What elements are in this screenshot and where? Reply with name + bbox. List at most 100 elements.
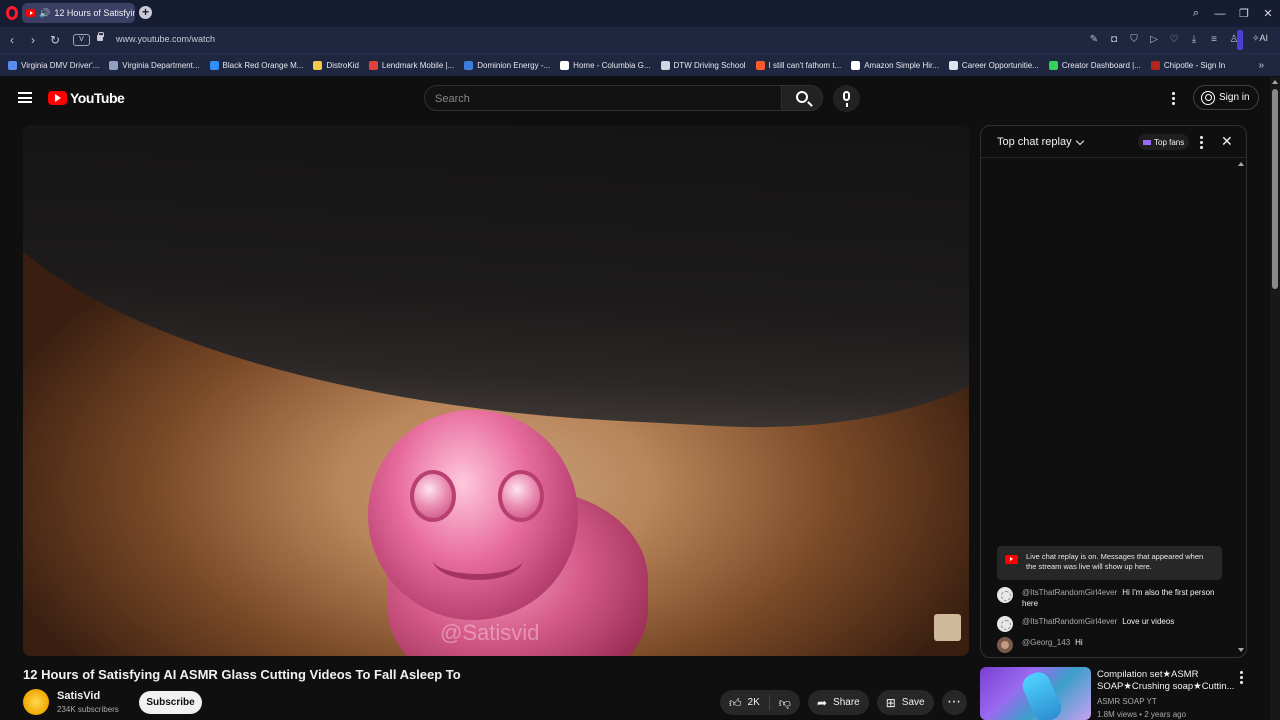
scrollbar-thumb[interactable] (1272, 89, 1278, 289)
bookmark-item[interactable]: Virginia DMV Driver'... (8, 60, 99, 70)
save-button[interactable]: ⊞ Save (876, 690, 934, 715)
bookmark-label: I still can't fathom t... (768, 60, 842, 70)
bookmark-item[interactable]: Dominion Energy -... (464, 60, 550, 70)
channel-name[interactable]: SatisVid (57, 690, 100, 702)
bookmark-item[interactable]: DTW Driving School (660, 60, 746, 70)
more-actions-button[interactable]: ⋯ (941, 690, 967, 715)
vpn-badge[interactable]: V (73, 34, 90, 46)
video-player[interactable]: @Satisvid (23, 125, 969, 656)
avatar[interactable] (997, 637, 1013, 653)
minimize-button[interactable]: — (1208, 0, 1232, 27)
chevron-down-icon (1075, 136, 1084, 145)
ai-button[interactable]: ✧AI (1252, 33, 1268, 44)
chat-text: Love ur videos (1122, 617, 1175, 626)
address-bar-icons: ✎ ◘ ⛉ ▷ ♡ ⤓ ≡ ♙ (1088, 33, 1240, 47)
bookmark-favicon-icon (209, 60, 219, 70)
sidebar-toggle[interactable] (1237, 30, 1243, 50)
channel-branding-icon[interactable] (934, 614, 961, 641)
bookmark-label: Home - Columbia G... (573, 60, 651, 70)
guide-menu-icon[interactable] (18, 92, 32, 103)
chat-author[interactable]: @Georg_143 (1022, 638, 1070, 647)
bookmark-label: Chipotle - Sign In (1163, 60, 1226, 70)
chat-text: Hi (1075, 638, 1083, 647)
recommendation-channel[interactable]: ASMR SOAP YT (1097, 697, 1157, 706)
thumbs-up-icon: 👍︎ (729, 695, 742, 710)
restore-button[interactable]: ❐ (1232, 0, 1256, 27)
recommendation-title[interactable]: Compilation set★ASMR SOAP★Crushing soap★… (1097, 669, 1235, 693)
recommendation-more-icon[interactable] (1240, 671, 1243, 686)
bookmark-add-icon: ⊞ (885, 695, 896, 710)
lock-icon[interactable] (97, 32, 104, 41)
bookmark-favicon-icon (464, 60, 474, 70)
speaker-icon[interactable]: 🔊 (39, 8, 50, 19)
settings-kebab-icon[interactable] (1172, 92, 1175, 105)
avatar[interactable] (997, 587, 1013, 603)
url-field[interactable]: www.youtube.com/watch (116, 34, 215, 44)
bookmark-favicon-icon (660, 60, 670, 70)
camera-icon[interactable]: ◘ (1108, 33, 1120, 47)
reload-button[interactable]: ↻ (47, 32, 63, 48)
bookmark-item[interactable]: Amazon Simple Hir... (851, 60, 939, 70)
top-fans-button[interactable]: Top fans (1138, 134, 1190, 150)
page-scrollbar[interactable] (1270, 77, 1280, 720)
bookmark-favicon-icon (313, 60, 323, 70)
youtube-wordmark: YouTube (70, 90, 125, 106)
bookmark-item[interactable]: Home - Columbia G... (560, 60, 651, 70)
voice-search-button[interactable] (833, 85, 860, 112)
bookmark-label: Amazon Simple Hir... (864, 60, 939, 70)
back-button[interactable]: ‹ (4, 32, 20, 48)
bookmark-item[interactable]: Virginia Department... (109, 60, 200, 70)
bookmark-item[interactable]: DistroKid (313, 60, 359, 70)
new-tab-button[interactable]: + (139, 6, 152, 19)
bookmark-favicon-icon (851, 60, 861, 70)
window-controls: ⌕ — ❐ ✕ (1184, 0, 1280, 27)
bookmark-favicon-icon (109, 60, 119, 70)
subscribe-button[interactable]: Subscribe (139, 691, 202, 714)
bookmark-item[interactable]: I still can't fathom t... (755, 60, 842, 70)
channel-avatar[interactable] (23, 689, 49, 715)
avatar[interactable] (997, 616, 1013, 632)
edit-icon[interactable]: ✎ (1088, 33, 1100, 47)
close-chat-icon[interactable]: ✕ (1221, 134, 1233, 148)
bookmark-item[interactable]: Career Opportunitie... (948, 60, 1039, 70)
bookmarks-overflow-icon[interactable]: » (1258, 60, 1264, 71)
sign-in-button[interactable]: Sign in (1193, 85, 1259, 110)
sign-in-label: Sign in (1219, 92, 1250, 103)
menu-icon[interactable]: ≡ (1208, 33, 1220, 47)
heart-icon[interactable]: ♡ (1168, 33, 1180, 47)
youtube-logo[interactable]: YouTube (48, 90, 125, 106)
live-chat-panel: Top chat replay Top fans ✕ Live chat rep… (980, 125, 1247, 658)
search-button[interactable] (781, 85, 823, 111)
chat-scrollbar[interactable] (1238, 162, 1244, 652)
like-count: 2K (747, 697, 760, 708)
bookmark-item[interactable]: Chipotle - Sign In (1150, 60, 1226, 70)
chat-author[interactable]: @ItsThatRandomGirl4ever (1022, 617, 1117, 626)
search-tabs-icon[interactable]: ⌕ (1184, 0, 1208, 27)
bookmark-item[interactable]: Lendmark Mobile |... (368, 60, 454, 70)
chat-header: Top chat replay Top fans ✕ (981, 126, 1246, 158)
shield-icon[interactable]: ⛉ (1128, 33, 1140, 47)
youtube-play-icon (48, 91, 67, 105)
browser-tab[interactable]: 🔊 12 Hours of Satisfying (22, 3, 135, 23)
share-button[interactable]: ➦ Share (807, 690, 869, 715)
search-input[interactable] (435, 91, 765, 106)
like-button[interactable]: 👍︎ 2K (720, 690, 769, 715)
play-icon[interactable]: ▷ (1148, 33, 1160, 47)
bookmark-item[interactable]: Creator Dashboard |... (1048, 60, 1141, 70)
opera-logo-icon[interactable] (6, 6, 18, 20)
subscriber-count: 234K subscribers (57, 705, 119, 714)
dislike-button[interactable]: 👎︎ (770, 690, 800, 715)
like-dislike-bar: 👍︎ 2K 👎︎ (720, 690, 800, 715)
recommendation-thumbnail[interactable] (980, 667, 1091, 720)
chat-more-icon[interactable] (1200, 136, 1203, 151)
forward-button[interactable]: › (25, 32, 41, 48)
download-icon[interactable]: ⤓ (1188, 33, 1200, 47)
bookmark-label: DistroKid (326, 60, 359, 70)
bookmark-item[interactable]: Black Red Orange M... (209, 60, 303, 70)
chat-mode-dropdown[interactable]: Top chat replay (997, 136, 1084, 148)
replay-notice-text: Live chat replay is on. Messages that ap… (1026, 552, 1204, 571)
chat-author[interactable]: @ItsThatRandomGirl4ever (1022, 588, 1117, 597)
knife-blade (23, 125, 969, 444)
close-window-button[interactable]: ✕ (1256, 0, 1280, 27)
top-fans-label: Top fans (1154, 137, 1185, 147)
